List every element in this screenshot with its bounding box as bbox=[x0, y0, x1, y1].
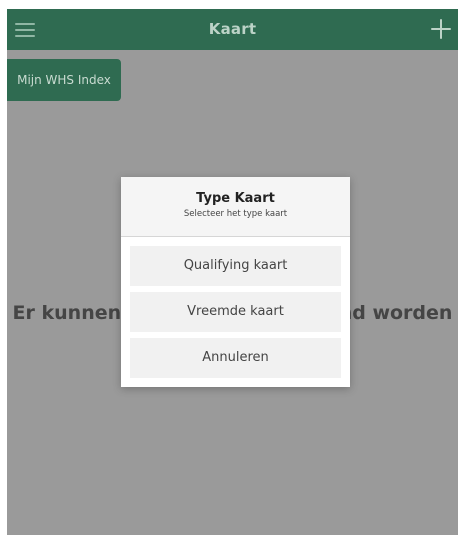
dialog-title: Type Kaart bbox=[196, 191, 275, 206]
dialog-subtitle: Selecteer het type kaart bbox=[183, 209, 288, 219]
whs-index-button[interactable]: Mijn WHS Index bbox=[7, 59, 121, 101]
card-type-dialog: Type Kaart Selecteer het type kaart Qual… bbox=[121, 177, 350, 387]
add-card-icon[interactable] bbox=[431, 19, 451, 39]
app-frame: Kaart Mijn WHS Index Er kunnen geen kaar… bbox=[7, 9, 458, 535]
foreign-card-option[interactable]: Vreemde kaart bbox=[130, 292, 341, 332]
cancel-button[interactable]: Annuleren bbox=[130, 338, 341, 378]
page-title: Kaart bbox=[208, 20, 257, 38]
dialog-header: Type Kaart Selecteer het type kaart bbox=[121, 177, 350, 237]
top-bar: Kaart bbox=[7, 9, 458, 50]
qualifying-card-option[interactable]: Qualifying kaart bbox=[130, 246, 341, 286]
